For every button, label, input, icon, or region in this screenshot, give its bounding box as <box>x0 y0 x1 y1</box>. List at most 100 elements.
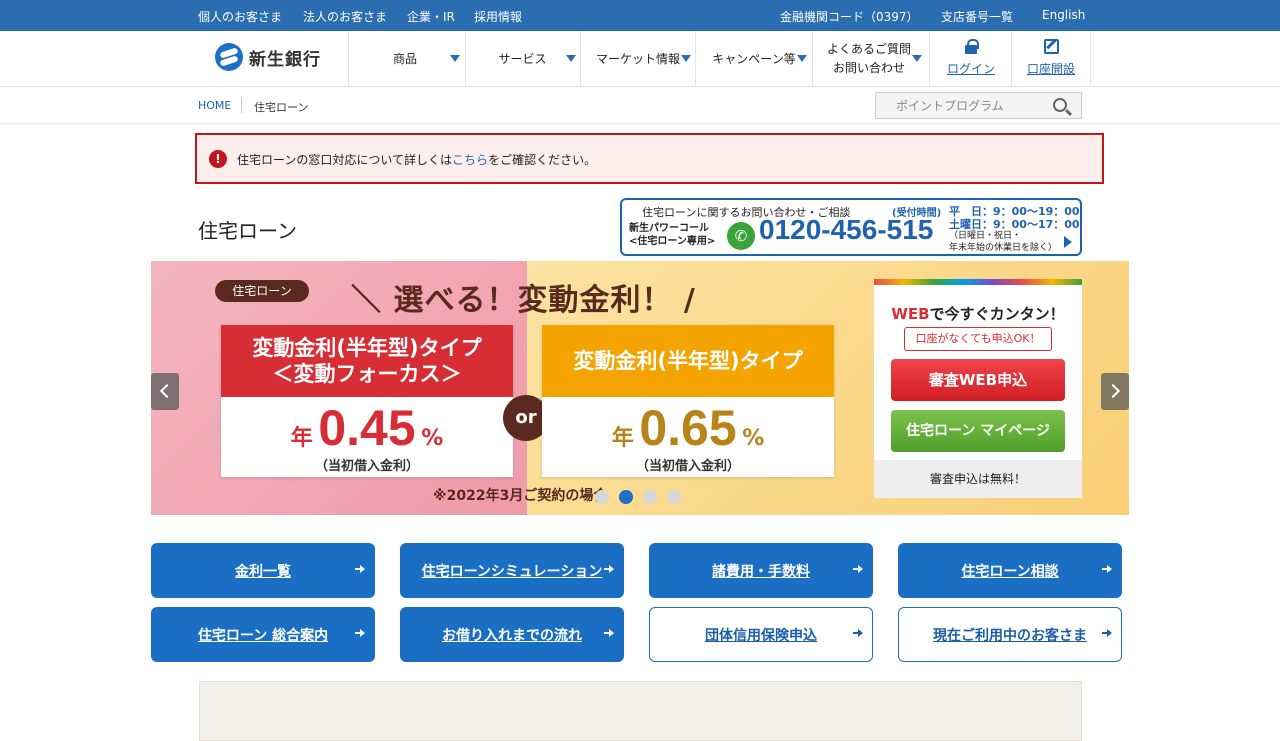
quick-link-label: 住宅ローン相談 <box>961 563 1059 580</box>
rate-card-standard-sub: （当初借入金利） <box>635 459 740 474</box>
arrow-right-icon <box>1102 565 1112 573</box>
arrow-right-icon <box>1064 236 1072 248</box>
nav-faq-contact[interactable]: よくあるご質問 お問い合わせ <box>816 31 922 87</box>
hero-footnote: ※2022年3月ご契約の場合 <box>433 488 608 504</box>
link-corporate[interactable]: 法人のお客さま <box>303 8 387 25</box>
nav-services-label: サービス <box>498 51 547 66</box>
nav-products[interactable]: 商品 <box>360 31 450 87</box>
chevron-down-icon <box>681 55 691 62</box>
web-apply-button[interactable]: 審査WEB申込 <box>891 359 1065 401</box>
breadcrumb-home[interactable]: HOME <box>198 99 231 112</box>
search-icon[interactable] <box>1053 98 1067 112</box>
quick-link-label: 団体信用保険申込 <box>705 627 817 644</box>
chevron-down-icon <box>797 55 807 62</box>
contact-note-line2: 年末年始の休業日を除く） <box>949 243 1058 253</box>
link-recruit[interactable]: 採用情報 <box>474 8 522 25</box>
nav-divider <box>1090 31 1091 87</box>
logo-text: 新生銀行 <box>249 49 321 70</box>
nav-divider <box>695 31 696 87</box>
quick-link-label: お借り入れまでの流れ <box>442 627 582 644</box>
main-header: 新生銀行 商品 サービス マーケット情報 キャンペーン等 よくあるご質問 お問い… <box>0 31 1280 87</box>
link-personal[interactable]: 個人のお客さま <box>198 8 282 25</box>
quick-link-insurance[interactable]: 団体信用保険申込 <box>649 607 873 662</box>
page-title: 住宅ローン <box>198 219 297 243</box>
carousel-prev-button[interactable] <box>151 373 179 410</box>
open-account-label: 口座開設 <box>1026 62 1075 76</box>
contact-banner[interactable]: 住宅ローンに関するお問い合わせ・ご相談 (受付時間) 平 日：9：00～19：0… <box>620 198 1082 256</box>
top-utility-bar: 個人のお客さま 法人のお客さま 企業・IR 採用情報 金融機関コード（0397）… <box>0 0 1280 31</box>
rate-card-standard: 変動金利(半年型)タイプ 年 0.65 % （当初借入金利） <box>542 325 834 477</box>
contact-note: （日曜日・祝日・ 年末年始の休業日を除く） <box>949 230 1057 254</box>
nav-campaign[interactable]: キャンペーン等 <box>699 31 809 87</box>
quick-link-rates[interactable]: 金利一覧 <box>151 543 375 598</box>
apply-title-rest: で今すぐカンタン！ <box>929 305 1065 323</box>
hero-tag: 住宅ローン <box>215 280 309 302</box>
quick-link-label: 住宅ローンシミュレーション <box>421 563 603 580</box>
quick-link-fees[interactable]: 諸費用・手数料 <box>649 543 873 598</box>
arrow-right-icon <box>355 629 365 637</box>
quick-link-simulation[interactable]: 住宅ローンシミュレーション <box>400 543 624 598</box>
login-link[interactable]: ログイン <box>932 39 1010 77</box>
quick-link-overview[interactable]: 住宅ローン 総合案内 <box>151 607 375 662</box>
carousel-dots <box>595 490 681 504</box>
rate-card-focus: 変動金利(半年型)タイプ ＜変動フォーカス＞ 年 0.45 % （当初借入金利） <box>221 325 513 477</box>
nav-campaign-label: キャンペーン等 <box>712 51 796 66</box>
arrow-right-icon <box>1102 629 1112 637</box>
link-bank-code[interactable]: 金融機関コード（0397） <box>780 8 919 25</box>
contact-name-line2: <住宅ローン専用> <box>629 236 716 247</box>
nav-market[interactable]: マーケット情報 <box>583 31 693 87</box>
rate-card-focus-title: 変動金利(半年型)タイプ ＜変動フォーカス＞ <box>221 325 513 397</box>
rate-value: 0.45 <box>318 400 416 456</box>
nav-services[interactable]: サービス <box>470 31 575 87</box>
nav-market-label: マーケット情報 <box>595 51 680 66</box>
alert-notice: ! 住宅ローンの窓口対応について詳しくはこちらをご確認ください。 <box>195 133 1104 184</box>
quick-link-label: 住宅ローン 総合案内 <box>197 627 329 644</box>
hero-carousel[interactable]: 住宅ローン ＼ 選べる！変動金利！ / 変動金利(半年型)タイプ ＜変動フォーカ… <box>151 261 1129 515</box>
notice-link[interactable]: こちら <box>452 153 488 167</box>
link-english[interactable]: English <box>1042 8 1085 22</box>
nav-products-label: 商品 <box>392 51 417 66</box>
carousel-dot-active[interactable] <box>619 490 633 504</box>
apply-color-stripe <box>874 279 1082 285</box>
lock-icon <box>965 39 979 54</box>
quick-link-flow[interactable]: お借り入れまでの流れ <box>400 607 624 662</box>
carousel-next-button[interactable] <box>1101 373 1129 410</box>
arrow-right-icon <box>604 629 614 637</box>
rate-year-label: 年 <box>611 426 634 451</box>
bank-logo[interactable]: 新生銀行 <box>215 43 321 71</box>
nav-divider <box>348 31 349 87</box>
nav-divider <box>465 31 466 87</box>
carousel-dot[interactable] <box>667 490 681 504</box>
logo-mark-icon <box>215 43 243 71</box>
quick-link-consultation[interactable]: 住宅ローン相談 <box>898 543 1122 598</box>
open-account-link[interactable]: 口座開設 <box>1012 39 1090 77</box>
link-branch-list[interactable]: 支店番号一覧 <box>941 8 1013 25</box>
rate-card-standard-title: 変動金利(半年型)タイプ <box>542 325 834 397</box>
rate-card-standard-rate: 年 0.65 % <box>542 399 834 457</box>
contact-name-line1: 新生パワーコール <box>629 223 709 234</box>
nav-contact-label: お問い合わせ <box>832 61 905 75</box>
chevron-down-icon <box>566 55 576 62</box>
rate-year-label: 年 <box>290 426 313 451</box>
contact-phone-number: 0120-456-515 <box>759 214 934 245</box>
chevron-down-icon <box>912 55 922 62</box>
rate-percent: % <box>742 426 765 451</box>
notice-text-before: 住宅ローンの窓口対応について詳しくは <box>237 153 453 167</box>
quick-link-existing-customers[interactable]: 現在ご利用中のお客さま <box>898 607 1122 662</box>
web-apply-panel: WEBで今すぐカンタン！ 口座がなくても申込OK！ 審査WEB申込 住宅ローン … <box>874 279 1082 498</box>
nav-faq-label: よくあるご質問 <box>826 42 911 56</box>
notice-text: 住宅ローンの窓口対応について詳しくはこちらをご確認ください。 <box>237 151 596 168</box>
mypage-button[interactable]: 住宅ローン マイページ <box>891 410 1065 452</box>
alert-icon: ! <box>209 150 227 168</box>
rate-percent: % <box>421 426 444 451</box>
carousel-dot[interactable] <box>643 490 657 504</box>
quick-link-label: 現在ご利用中のお客さま <box>933 627 1087 644</box>
link-ir[interactable]: 企業・IR <box>407 8 455 25</box>
rate-value: 0.65 <box>639 400 737 456</box>
carousel-dot[interactable] <box>595 490 609 504</box>
rate-card-focus-title-line2: ＜変動フォーカス＞ <box>272 362 462 386</box>
phone-icon: ✆ <box>727 222 755 250</box>
apply-subtitle: 口座がなくても申込OK！ <box>904 327 1052 351</box>
search-input[interactable] <box>876 93 1036 118</box>
nav-divider <box>812 31 813 87</box>
